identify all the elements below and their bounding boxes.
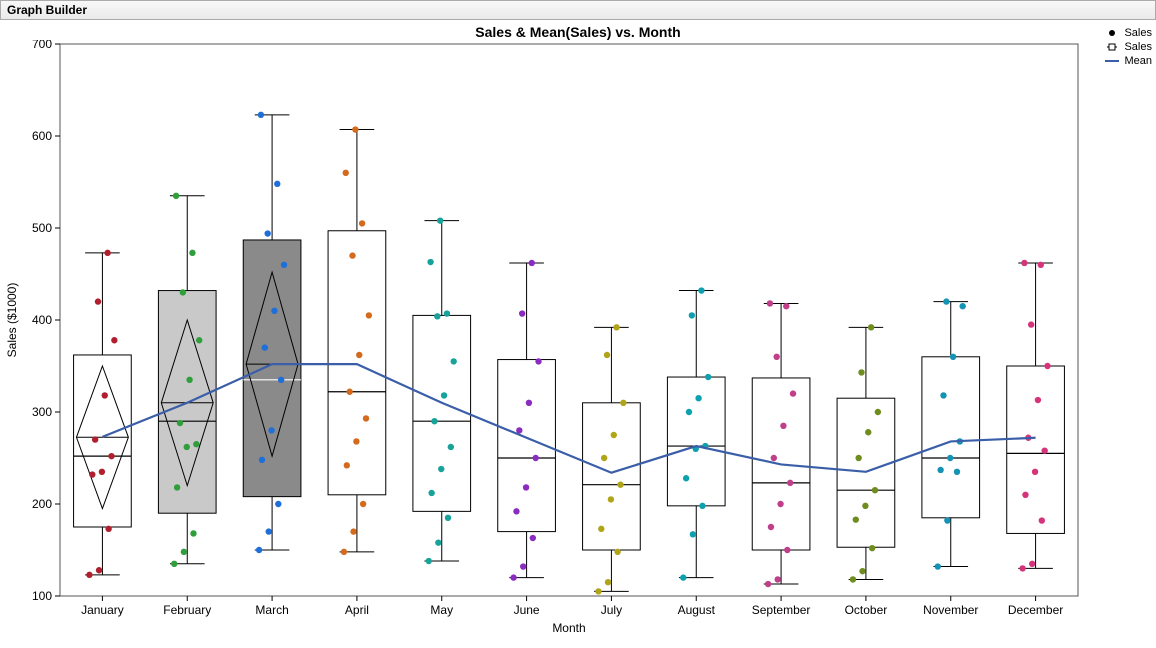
svg-text:March: March: [255, 603, 288, 617]
legend-label-points: Sales: [1124, 27, 1152, 39]
svg-text:September: September: [752, 603, 811, 617]
chart-title: Sales & Mean(Sales) vs. Month: [0, 20, 1156, 40]
legend-item-points: Sales: [1104, 26, 1152, 40]
svg-text:100: 100: [32, 589, 52, 603]
chart-svg: 100 200 300 400 500 600 700 Sales ($1000) Januar…: [0, 40, 1090, 646]
legend-label-mean: Mean: [1124, 55, 1152, 67]
svg-text:600: 600: [32, 129, 52, 143]
app-window: Graph Builder Sales & Mean(Sales) vs. Mo…: [0, 0, 1156, 648]
svg-text:October: October: [845, 603, 888, 617]
svg-text:February: February: [163, 603, 211, 617]
legend-swatch-box-icon: [1104, 41, 1120, 53]
svg-text:July: July: [601, 603, 622, 617]
svg-text:January: January: [81, 603, 124, 617]
legend: Sales Sales Mean: [1104, 26, 1152, 68]
svg-text:200: 200: [32, 497, 52, 511]
svg-text:April: April: [345, 603, 369, 617]
svg-text:500: 500: [32, 221, 52, 235]
legend-swatch-line-icon: [1104, 55, 1120, 67]
svg-text:August: August: [678, 603, 716, 617]
chart-area: Sales & Mean(Sales) vs. Month 100 200 300 4…: [0, 20, 1156, 648]
svg-text:December: December: [1008, 603, 1063, 617]
window-title: Graph Builder: [7, 3, 87, 17]
svg-text:700: 700: [32, 40, 52, 51]
svg-text:300: 300: [32, 405, 52, 419]
window-title-bar: Graph Builder: [0, 0, 1156, 20]
svg-text:Sales ($1000): Sales ($1000): [5, 283, 19, 358]
legend-label-box: Sales: [1124, 41, 1152, 53]
legend-swatch-points-icon: [1104, 27, 1120, 39]
svg-text:June: June: [514, 603, 540, 617]
svg-text:Month: Month: [552, 621, 585, 635]
svg-text:May: May: [430, 603, 453, 617]
svg-text:400: 400: [32, 313, 52, 327]
legend-item-box: Sales: [1104, 40, 1152, 54]
svg-text:November: November: [923, 603, 978, 617]
legend-item-mean: Mean: [1104, 54, 1152, 68]
